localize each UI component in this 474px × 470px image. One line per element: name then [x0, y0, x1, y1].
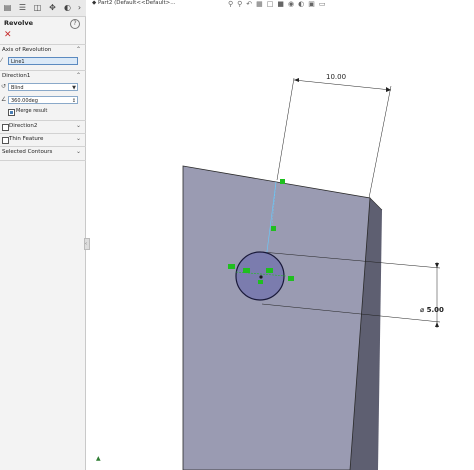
merge-result-checkbox[interactable] [8, 109, 15, 116]
dim-extension-left [276, 77, 295, 181]
dim-arrow-left [294, 78, 299, 82]
dia-arrow-bottom [435, 322, 439, 327]
relation-marker-b [266, 268, 273, 273]
axis-icon: ⁄ [1, 57, 3, 64]
circle-center-point[interactable] [259, 275, 263, 279]
reference-triad: ▲ [96, 455, 101, 462]
merge-result-label: Merge result [16, 108, 48, 114]
feature-title: Revolve [4, 19, 33, 27]
part-icon: ◆ [92, 0, 97, 6]
breadcrumb[interactable]: ◆ Part2 (Default<<Default>... [92, 0, 176, 10]
zoom-area-icon[interactable]: ⚲ [237, 0, 242, 9]
direction2-checkbox[interactable] [2, 124, 9, 131]
appearance-icon[interactable]: ◐ [298, 0, 304, 9]
dimxpert-tab-icon[interactable]: ✥ [47, 2, 58, 13]
direction2-section: Direction2 ⌄ [0, 120, 86, 134]
end-condition-value: Blind [11, 85, 24, 91]
section-title[interactable]: Direction2 [9, 123, 37, 129]
section-title[interactable]: Thin Feature [9, 136, 43, 142]
dia-arrow-top [435, 263, 439, 268]
section-title[interactable]: Direction1 [2, 73, 30, 79]
manager-tabs: ▤ ☰ ◫ ✥ ◐ › [0, 0, 86, 17]
relation-marker-mid [271, 226, 276, 231]
configuration-manager-tab-icon[interactable]: ◫ [32, 2, 43, 13]
relation-marker-center [258, 280, 263, 284]
selected-contours-section: Selected Contours ⌄ [0, 146, 86, 161]
feature-title-bar: Revolve ? [0, 18, 86, 30]
axis-of-revolution-section: Axis of Revolution ⌃ ⁄ Line1 [0, 44, 86, 71]
width-dimension[interactable]: 10.00 [326, 73, 346, 81]
thin-feature-checkbox[interactable] [2, 137, 9, 144]
axis-selection-field[interactable]: Line1 [8, 57, 78, 65]
end-condition-select[interactable]: Blind ▼ [8, 83, 78, 91]
relation-marker-left [228, 264, 235, 269]
expand-chevron-icon[interactable]: ⌄ [76, 135, 81, 142]
more-tabs-icon[interactable]: › [74, 2, 85, 13]
breadcrumb-part[interactable]: Part2 [98, 0, 112, 6]
breadcrumb-config[interactable]: (Default<<Default>... [114, 0, 175, 6]
expand-chevron-icon[interactable]: ⌄ [76, 148, 81, 155]
reverse-direction-icon[interactable]: ↺ [1, 83, 6, 90]
chevron-down-icon: ▼ [72, 85, 76, 91]
angle-icon: ∠ [1, 96, 7, 103]
panel-collapse-handle[interactable]: ‹ [84, 238, 90, 250]
collapse-chevron-icon[interactable]: ⌃ [76, 72, 81, 79]
relation-marker-right [288, 276, 294, 281]
direction1-section: Direction1 ⌃ ↺ Blind ▼ ∠ 360.00deg ↕ Mer… [0, 70, 86, 121]
hide-show-icon[interactable]: ◉ [288, 0, 294, 9]
section-view-icon[interactable]: ▦ [256, 0, 263, 9]
scene-icon[interactable]: ▣ [308, 0, 315, 9]
relation-marker-top [280, 179, 285, 184]
heads-up-toolbar: ⚲ ⚲ ↶ ▦ □ ■ ◉ ◐ ▣ ▭ [228, 0, 326, 9]
monitor-icon[interactable]: ▭ [319, 0, 326, 9]
display-manager-tab-icon[interactable]: ◐ [62, 2, 73, 13]
zoom-fit-icon[interactable]: ⚲ [228, 0, 233, 9]
help-icon[interactable]: ? [70, 19, 80, 29]
property-manager-tab-icon[interactable]: ☰ [17, 2, 28, 13]
diameter-dimension[interactable]: ⌀ 5.00 [420, 306, 444, 314]
dim-line-width [293, 79, 392, 91]
dim-extension-right [368, 85, 392, 199]
cancel-icon[interactable]: ✕ [4, 30, 12, 40]
angle-input[interactable]: 360.00deg ↕ [8, 96, 78, 104]
section-title[interactable]: Axis of Revolution [2, 47, 51, 53]
angle-value: 360.00deg [11, 98, 38, 104]
collapse-chevron-icon[interactable]: ⌃ [76, 46, 81, 53]
view-orientation-icon[interactable]: □ [267, 0, 274, 9]
display-style-icon[interactable]: ■ [277, 0, 284, 9]
spinner-icon[interactable]: ↕ [72, 97, 76, 105]
previous-view-icon[interactable]: ↶ [246, 0, 252, 9]
section-title[interactable]: Selected Contours [2, 149, 52, 155]
part-front-face[interactable] [182, 165, 371, 470]
expand-chevron-icon[interactable]: ⌄ [76, 122, 81, 129]
property-manager-panel: ▤ ☰ ◫ ✥ ◐ › Revolve ? ✕ Axis of Revoluti… [0, 0, 86, 470]
relation-marker-a [243, 268, 250, 273]
feature-manager-tab-icon[interactable]: ▤ [2, 2, 13, 13]
thin-feature-section: Thin Feature ⌄ [0, 133, 86, 147]
